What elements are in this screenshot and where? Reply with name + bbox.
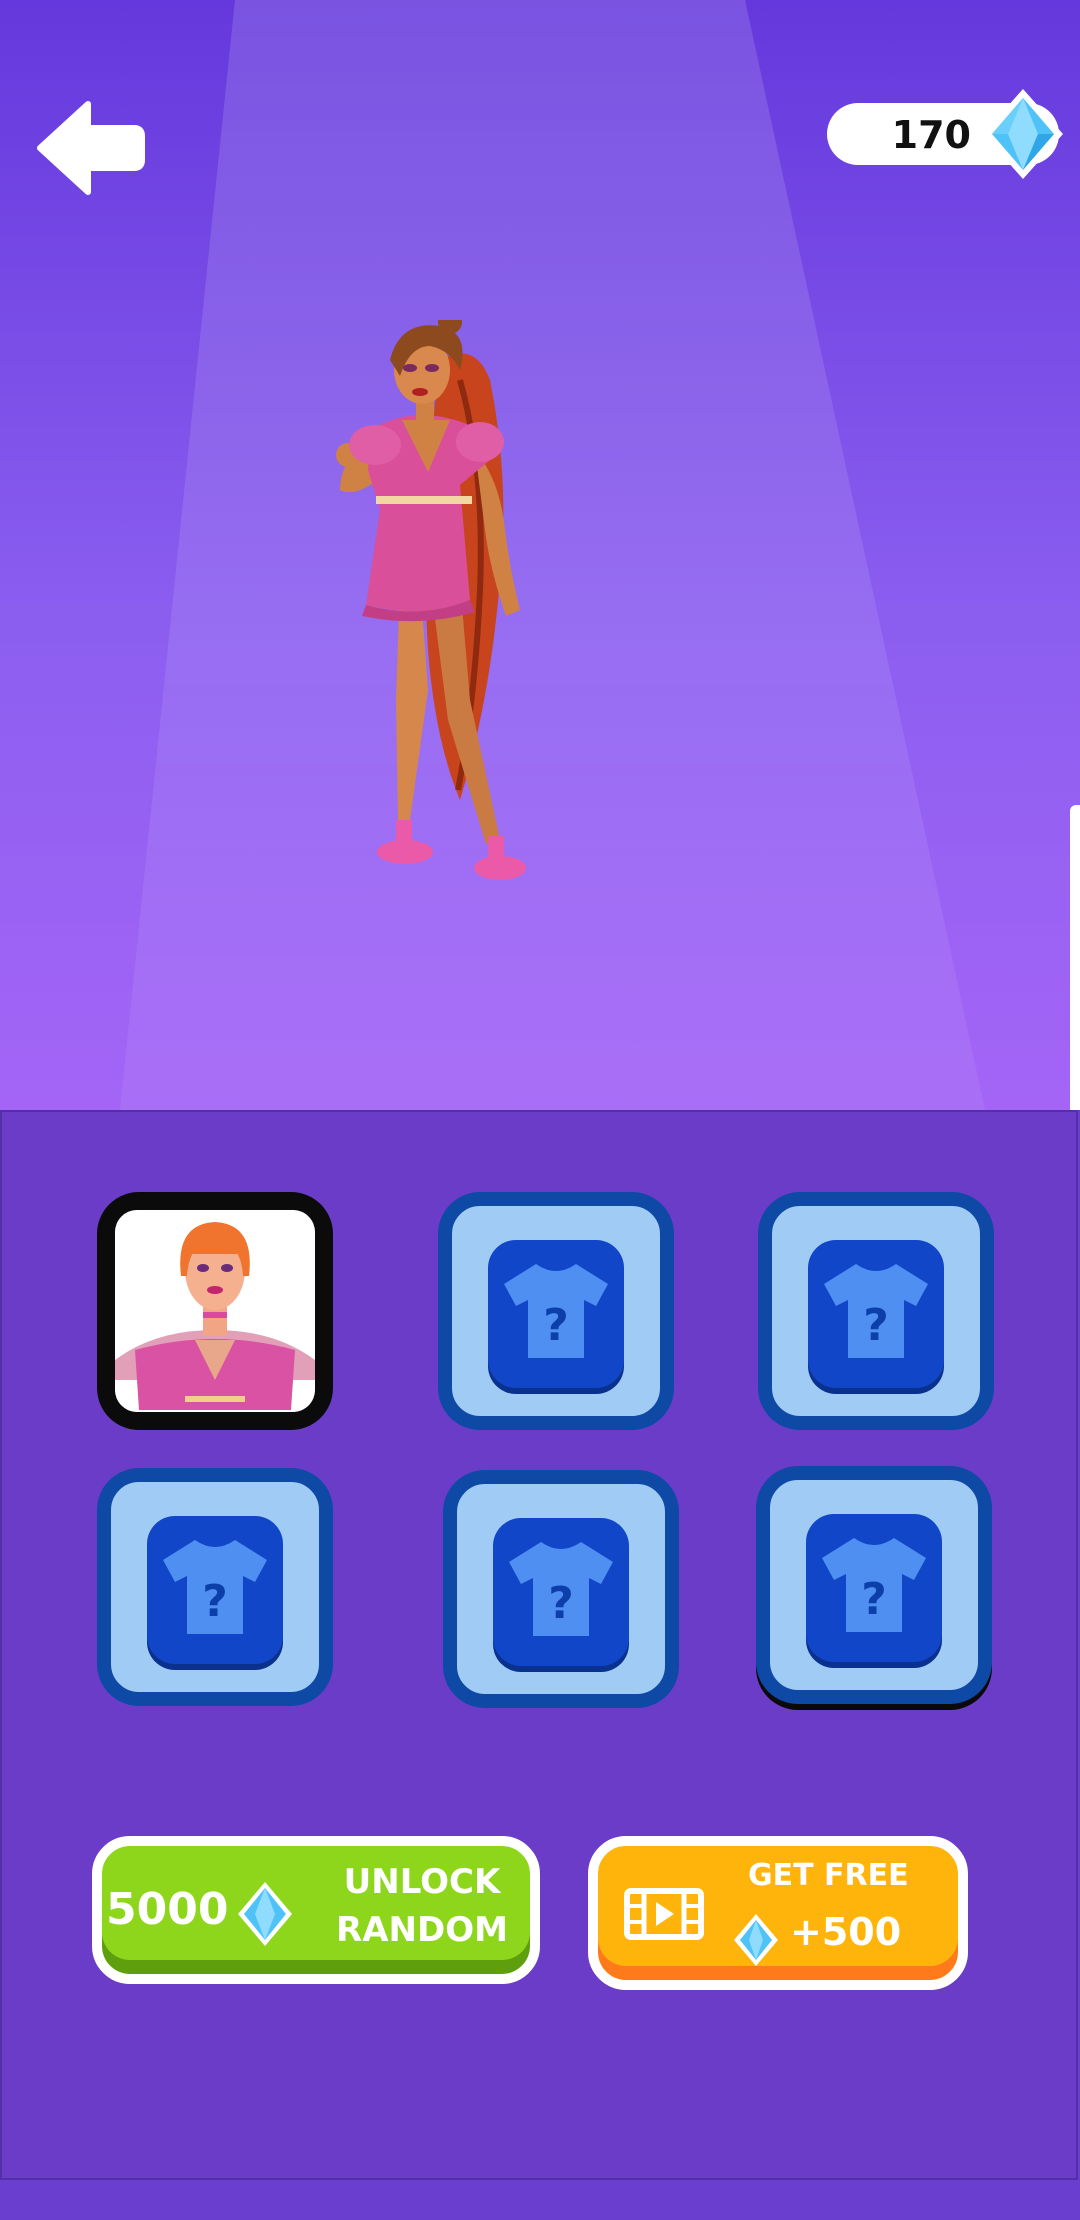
outfit-slot-selected[interactable] xyxy=(97,1192,333,1430)
mystery-mark: ? xyxy=(863,1300,889,1351)
mystery-shirt-icon: ? xyxy=(504,1264,608,1358)
mystery-shirt-icon: ? xyxy=(822,1538,926,1632)
character-stage: 170 xyxy=(0,0,1080,1110)
get-free-label: GET FREE xyxy=(748,1858,909,1893)
outfit-portrait-image xyxy=(115,1210,315,1412)
mystery-outfit-tile: ? xyxy=(806,1514,942,1662)
get-free-gems-button[interactable]: GET FREE +500 xyxy=(588,1836,968,1990)
unlock-cost: 5000 xyxy=(106,1884,229,1935)
mystery-shirt-icon: ? xyxy=(163,1540,267,1634)
mystery-shirt-icon: ? xyxy=(824,1264,928,1358)
unlock-random-button[interactable]: 5000 UNLOCK RANDOM xyxy=(92,1836,540,1984)
get-free-amount: +500 xyxy=(790,1910,902,1954)
unlock-label-line1: UNLOCK xyxy=(343,1862,501,1902)
unlock-label-line2: RANDOM xyxy=(336,1910,508,1950)
gem-balance-amount: 170 xyxy=(891,113,971,157)
mystery-mark: ? xyxy=(202,1576,228,1627)
outfit-portrait xyxy=(115,1210,315,1412)
back-button[interactable] xyxy=(36,100,146,196)
gem-icon xyxy=(734,1914,778,1966)
mystery-shirt-icon: ? xyxy=(509,1542,613,1636)
side-scroll-handle[interactable] xyxy=(1070,805,1080,1110)
mystery-outfit-tile: ? xyxy=(488,1240,624,1388)
mystery-mark: ? xyxy=(543,1300,569,1351)
video-film-icon xyxy=(624,1888,704,1940)
mystery-mark: ? xyxy=(548,1578,574,1629)
back-arrow-icon xyxy=(37,101,145,195)
gem-icon xyxy=(238,1882,292,1946)
mystery-mark: ? xyxy=(861,1574,887,1625)
mystery-outfit-tile: ? xyxy=(493,1518,629,1666)
mystery-outfit-tile: ? xyxy=(808,1240,944,1388)
outfit-slot-locked[interactable]: ? xyxy=(438,1192,674,1430)
outfit-slot-locked[interactable]: ? xyxy=(758,1192,994,1430)
mystery-outfit-tile: ? xyxy=(147,1516,283,1664)
character-model xyxy=(336,320,526,880)
outfit-slot-locked[interactable]: ? xyxy=(443,1470,679,1708)
outfit-slot-locked[interactable]: ? xyxy=(756,1466,992,1704)
outfit-slot-locked[interactable]: ? xyxy=(97,1468,333,1706)
gem-icon xyxy=(983,89,1063,179)
